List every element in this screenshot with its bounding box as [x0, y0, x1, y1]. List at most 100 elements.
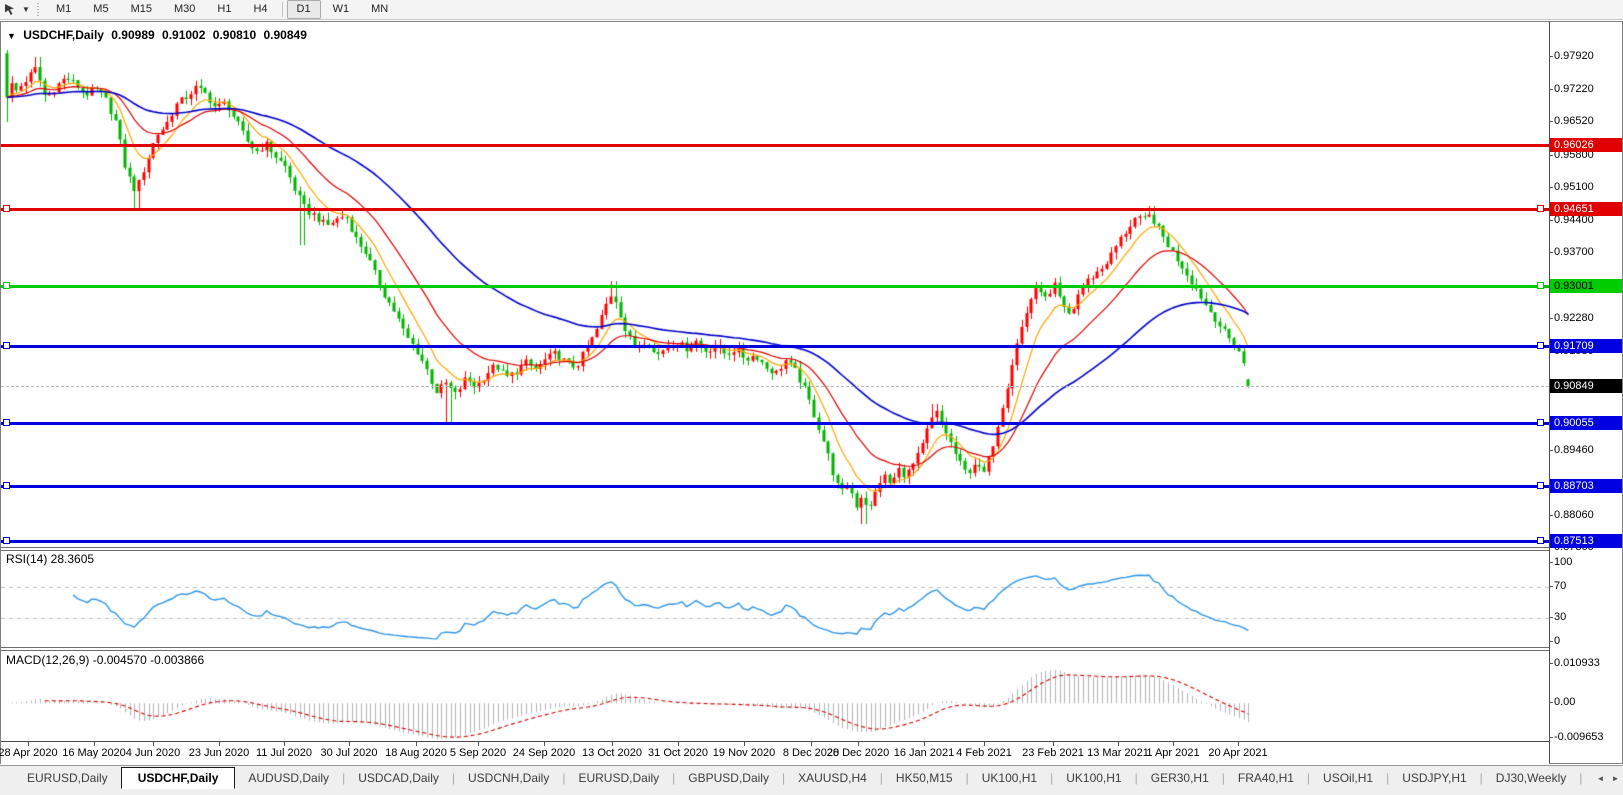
chart-tab-usdchf-daily[interactable]: USDCHF,Daily: [120, 767, 236, 789]
price-level-line[interactable]: [1, 144, 1549, 148]
time-axis-tick: [924, 742, 925, 746]
price-level-badge: 0.96026: [1550, 138, 1622, 153]
time-axis-date-label: 16 Jan 2021: [893, 747, 955, 759]
chart-tab-hk50-m15[interactable]: HK50,M15: [883, 768, 966, 788]
time-axis-tick: [478, 742, 479, 746]
cursor-tool-dropdown-icon[interactable]: ▼: [20, 5, 32, 14]
time-axis-date-label: 31 Oct 2020: [648, 747, 708, 759]
timeframe-button-m1[interactable]: M1: [46, 0, 81, 19]
price-level-badge: 0.94651: [1550, 202, 1622, 217]
time-axis[interactable]: 28 Apr 2020 16 May 2020 4 Jun 2020 23 Jun 2…: [0, 741, 1549, 764]
chart-tab-eurusd-daily[interactable]: EURUSD,Daily: [14, 768, 121, 788]
time-axis-date-label: 18 Aug 2020: [385, 747, 447, 759]
chart-tab-uk100-h1[interactable]: UK100,H1: [1053, 768, 1134, 788]
time-axis-date-label: 16 May 2020: [62, 747, 126, 759]
tab-scroll-right-icon[interactable]: ►: [1608, 769, 1623, 787]
price-axis-tick-label: 0.97920: [1549, 49, 1594, 62]
price-level-badge: 0.90055: [1550, 415, 1622, 430]
chart-collapse-icon[interactable]: ▼: [7, 31, 16, 41]
time-axis-tick: [678, 742, 679, 746]
level-line-handle[interactable]: [3, 481, 10, 489]
chart-tab-usdcad-daily[interactable]: USDCAD,Daily: [345, 768, 452, 788]
chart-tab-uk100-h1[interactable]: UK100,H1: [969, 768, 1050, 788]
tab-scroll-left-icon[interactable]: ◄: [1593, 769, 1608, 787]
toolbar-grip[interactable]: [36, 2, 41, 17]
price-level-line[interactable]: [1, 484, 1549, 488]
time-axis-date-label: 23 Feb 2021: [1022, 747, 1084, 759]
macd-indicator-label: MACD(12,26,9) -0.004570 -0.003866: [6, 653, 205, 667]
chart-high-value: 0.91002: [162, 28, 206, 42]
timeframe-button-h4[interactable]: H4: [243, 0, 277, 19]
current-price-line: [1, 385, 1549, 387]
timeframe-button-w1[interactable]: W1: [323, 0, 360, 19]
chart-tab-audusd-daily[interactable]: AUDUSD,Daily: [235, 768, 342, 788]
price-axis-tick-label: 0.97220: [1549, 82, 1594, 95]
price-level-badge: 0.91709: [1550, 338, 1622, 353]
chart-canvas[interactable]: [1, 22, 1549, 764]
time-axis-date-label: 30 Jul 2020: [320, 747, 378, 759]
time-axis-date-label: 19 Nov 2020: [712, 747, 776, 759]
price-level-line[interactable]: [1, 421, 1549, 425]
chart-tab-usdjpy-h1[interactable]: USDJPY,H1: [1389, 768, 1479, 788]
time-axis-tick: [416, 742, 417, 746]
level-line-handle[interactable]: [1537, 205, 1544, 213]
chart-open-value: 0.90989: [111, 28, 155, 42]
price-level-line[interactable]: [1, 208, 1549, 212]
rsi-macd-pane-divider[interactable]: [1, 647, 1549, 651]
toolbar-separator: [281, 2, 283, 17]
time-axis-tick: [544, 742, 545, 746]
time-axis-tick: [1053, 742, 1054, 746]
price-axis-tick-label: 0.89460: [1549, 443, 1594, 456]
level-line-handle[interactable]: [3, 418, 10, 426]
timeframe-button-m30[interactable]: M30: [164, 0, 205, 19]
time-axis-tick: [744, 742, 745, 746]
timeframe-button-d1[interactable]: D1: [286, 0, 321, 19]
level-line-handle[interactable]: [3, 205, 10, 213]
chart-tab-eurusd-daily[interactable]: EURUSD,Daily: [565, 768, 672, 788]
trading-platform: ▼ M1 M5 M15 M30 H1 H4 D1 W1 MN ▼ USDCHF,Daily 0.…: [0, 0, 1623, 795]
price-axis-tick-label: 0.93700: [1549, 246, 1594, 259]
chart-tab-xauusd-h4[interactable]: XAUUSD,H4: [785, 768, 880, 788]
price-axis-tick-label: 0.88060: [1549, 508, 1594, 521]
symbol-tab-bar: EURUSD,Daily USDCHF,Daily AUDUSD,Daily | USD…: [0, 765, 1623, 795]
time-axis-date-label: 28 Apr 2020: [0, 747, 58, 759]
rsi-axis-tick-label: 100: [1548, 556, 1573, 568]
chart-title: ▼ USDCHF,Daily 0.90989 0.91002 0.90810 0…: [7, 28, 311, 42]
chart-tab-usdcnh-daily[interactable]: USDCNH,Daily: [455, 768, 562, 788]
chart-tab-china300-h1[interactable]: CHINA300,H1: [1582, 768, 1593, 788]
timeframe-button-mn[interactable]: MN: [361, 0, 398, 19]
chart-tab-gbpusd-daily[interactable]: GBPUSD,Daily: [675, 768, 782, 788]
time-axis-date-label: 28 Dec 2020: [826, 747, 890, 759]
time-axis-tick: [28, 742, 29, 746]
time-axis-tick: [284, 742, 285, 746]
level-line-handle[interactable]: [1537, 281, 1544, 289]
main-rsi-pane-divider[interactable]: [1, 547, 1549, 551]
time-axis-date-label: 23 Jun 2020: [188, 747, 250, 759]
level-line-handle[interactable]: [1537, 418, 1544, 426]
time-axis-date-label: 20 Apr 2021: [1208, 747, 1268, 759]
time-axis-tick: [811, 742, 812, 746]
level-line-handle[interactable]: [1537, 341, 1544, 349]
time-axis-date-label: 1 Apr 2021: [1146, 747, 1200, 759]
chart-tab-usoil-h1[interactable]: USOil,H1: [1310, 768, 1386, 788]
level-line-handle[interactable]: [3, 537, 10, 545]
timeframe-button-h1[interactable]: H1: [207, 0, 241, 19]
chart-tab-fra40-h1[interactable]: FRA40,H1: [1225, 768, 1307, 788]
price-axis-tick-label: 0.95100: [1549, 181, 1594, 194]
time-axis-date-label: 5 Sep 2020: [449, 747, 507, 759]
price-level-line[interactable]: [1, 344, 1549, 348]
time-axis-tick: [349, 742, 350, 746]
timeframe-button-m5[interactable]: M5: [83, 0, 118, 19]
chart-tab-ger30-h1[interactable]: GER30,H1: [1138, 768, 1222, 788]
level-line-handle[interactable]: [1537, 481, 1544, 489]
price-level-line[interactable]: [1, 540, 1549, 544]
timeframe-button-m15[interactable]: M15: [121, 0, 162, 19]
level-line-handle[interactable]: [3, 281, 10, 289]
level-line-handle[interactable]: [1537, 537, 1544, 545]
level-line-handle[interactable]: [3, 341, 10, 349]
price-level-line[interactable]: [1, 284, 1549, 288]
cursor-tool-icon[interactable]: [0, 1, 20, 19]
timeframe-button-group: M1 M5 M15 M30 H1 H4 D1 W1 MN: [45, 0, 399, 19]
crosshair-cursor-icon: [4, 4, 14, 15]
chart-tab-dj30-weekly[interactable]: DJ30,Weekly: [1483, 768, 1579, 788]
